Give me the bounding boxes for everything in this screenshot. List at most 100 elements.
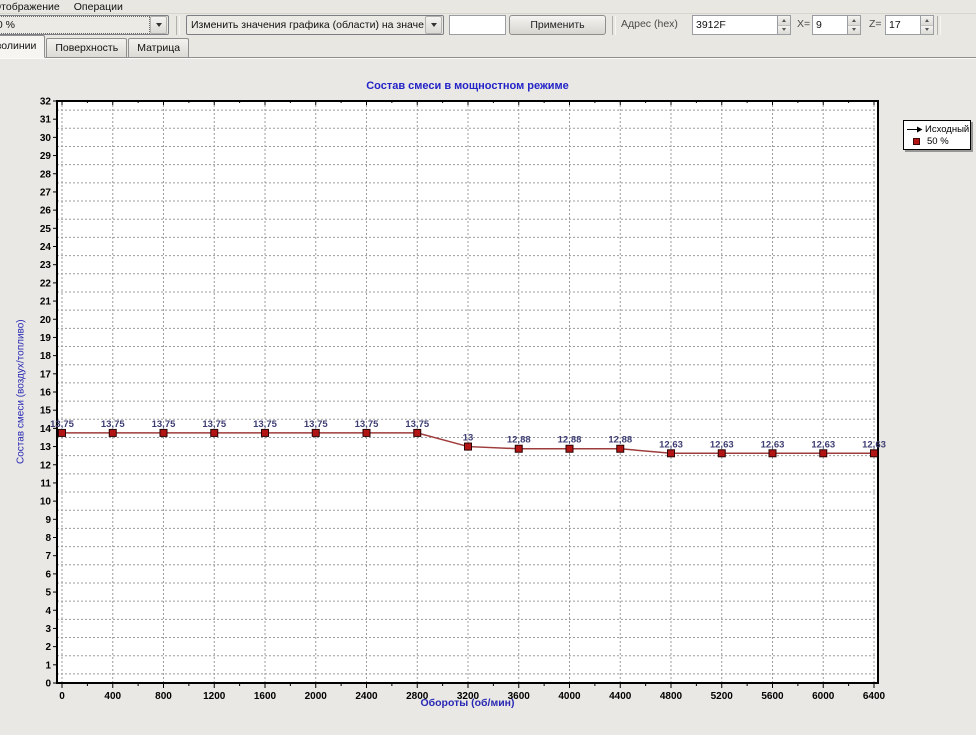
- x-tick-label: 1600: [254, 691, 277, 702]
- y-tick-label: 27: [40, 187, 52, 198]
- address-spinner[interactable]: [692, 15, 791, 35]
- data-point[interactable]: [160, 429, 167, 436]
- data-point[interactable]: [566, 445, 573, 452]
- y-tick-label: 6: [45, 569, 51, 580]
- data-point[interactable]: [414, 429, 421, 436]
- apply-button[interactable]: Применить: [509, 15, 606, 35]
- y-tick-label: 12: [40, 460, 52, 471]
- legend-label: 50 %: [927, 136, 949, 147]
- legend-box: Исходный 50 %: [903, 120, 971, 150]
- y-tick-label: 19: [40, 333, 52, 344]
- y-tick-label: 0: [45, 679, 51, 690]
- data-point[interactable]: [211, 429, 218, 436]
- point-value-label: 13,75: [202, 419, 226, 430]
- x-coordinate-label: X=: [797, 18, 810, 30]
- point-value-label: 12,88: [608, 435, 632, 446]
- x-tick-label: 800: [155, 691, 172, 702]
- address-spin-buttons[interactable]: [777, 15, 791, 35]
- tab-izolinii[interactable]: Изолинии: [0, 35, 45, 58]
- point-value-label: 12,88: [558, 435, 582, 446]
- y-tick-label: 13: [40, 442, 52, 453]
- y-tick-label: 17: [40, 369, 52, 380]
- operation-select[interactable]: Изменить значения графика (области) на з…: [186, 15, 444, 35]
- data-point[interactable]: [617, 445, 624, 452]
- y-tick-label: 1: [45, 660, 51, 671]
- spin-down-icon[interactable]: [778, 26, 790, 35]
- square-marker-icon: [907, 138, 925, 145]
- x-spin-buttons[interactable]: [847, 15, 861, 35]
- y-tick-label: 10: [40, 497, 52, 508]
- data-point[interactable]: [312, 429, 319, 436]
- z-coordinate-input[interactable]: [885, 15, 920, 35]
- spin-down-icon[interactable]: [921, 26, 933, 35]
- legend-label: Исходный: [925, 124, 969, 135]
- x-coordinate-input[interactable]: [812, 15, 847, 35]
- tab-strip: Изолинии Поверхность Матрица: [0, 37, 976, 58]
- spin-up-icon[interactable]: [848, 16, 860, 26]
- x-tick-label: 1200: [203, 691, 226, 702]
- x-tick-label: 4000: [558, 691, 581, 702]
- tab-matrica[interactable]: Матрица: [128, 38, 189, 57]
- point-value-label: 13,75: [101, 419, 125, 430]
- x-tick-label: 3600: [508, 691, 531, 702]
- menu-item-display[interactable]: Отображение: [0, 1, 67, 13]
- y-tick-label: 5: [45, 588, 51, 599]
- data-point[interactable]: [109, 429, 116, 436]
- point-value-label: 12,63: [710, 439, 734, 450]
- point-value-label: 13,75: [405, 419, 429, 430]
- y-tick-label: 30: [40, 133, 52, 144]
- point-value-label: 12,63: [659, 439, 683, 450]
- data-point[interactable]: [718, 450, 725, 457]
- y-tick-label: 21: [40, 297, 52, 308]
- tab-poverhnost[interactable]: Поверхность: [46, 38, 127, 57]
- y-tick-label: 24: [40, 242, 52, 253]
- y-tick-label: 25: [40, 224, 52, 235]
- data-point[interactable]: [769, 450, 776, 457]
- y-tick-label: 2: [45, 642, 51, 653]
- y-tick-label: 20: [40, 315, 52, 326]
- y-tick-label: 16: [40, 388, 52, 399]
- spin-up-icon[interactable]: [778, 16, 790, 26]
- x-coordinate-spinner[interactable]: [812, 15, 861, 35]
- menu-item-operations[interactable]: Операции: [67, 1, 130, 13]
- y-tick-label: 32: [40, 97, 52, 108]
- y-tick-label: 31: [40, 115, 52, 126]
- data-point[interactable]: [59, 429, 66, 436]
- point-value-label: 13,75: [304, 419, 328, 430]
- chevron-down-icon[interactable]: [150, 16, 167, 34]
- menu-bar: Отображение Операции: [0, 0, 976, 14]
- data-point[interactable]: [262, 429, 269, 436]
- chevron-down-icon[interactable]: [425, 16, 442, 34]
- y-tick-label: 7: [45, 551, 51, 562]
- plot-background: [57, 101, 878, 683]
- data-point[interactable]: [820, 450, 827, 457]
- toolbar: 50 % Изменить значения графика (области)…: [0, 14, 976, 38]
- y-tick-label: 26: [40, 206, 52, 217]
- data-point[interactable]: [363, 429, 370, 436]
- spin-down-icon[interactable]: [848, 26, 860, 35]
- y-tick-label: 15: [40, 406, 52, 417]
- z-spin-buttons[interactable]: [920, 15, 934, 35]
- value-input[interactable]: [449, 15, 506, 35]
- data-point[interactable]: [668, 450, 675, 457]
- x-tick-label: 4800: [660, 691, 683, 702]
- toolbar-separator: [612, 16, 616, 35]
- y-tick-label: 22: [40, 278, 52, 289]
- y-tick-label: 8: [45, 533, 51, 544]
- toolbar-separator: [176, 16, 180, 35]
- map-version-select-value: 50 %: [0, 16, 150, 34]
- line-arrow-marker-icon: [907, 125, 923, 134]
- x-tick-label: 5600: [761, 691, 784, 702]
- map-version-select[interactable]: 50 %: [0, 15, 169, 35]
- point-value-label: 13: [463, 433, 474, 444]
- data-point[interactable]: [871, 450, 878, 457]
- data-point[interactable]: [515, 445, 522, 452]
- plot-canvas[interactable]: 0123456789101112131415161718192021222324…: [0, 59, 976, 735]
- x-tick-label: 6000: [812, 691, 835, 702]
- spin-up-icon[interactable]: [921, 16, 933, 26]
- data-point[interactable]: [465, 443, 472, 450]
- address-input[interactable]: [692, 15, 777, 35]
- z-coordinate-spinner[interactable]: [885, 15, 934, 35]
- x-tick-label: 5200: [711, 691, 734, 702]
- operation-select-value: Изменить значения графика (области) на з…: [188, 17, 424, 33]
